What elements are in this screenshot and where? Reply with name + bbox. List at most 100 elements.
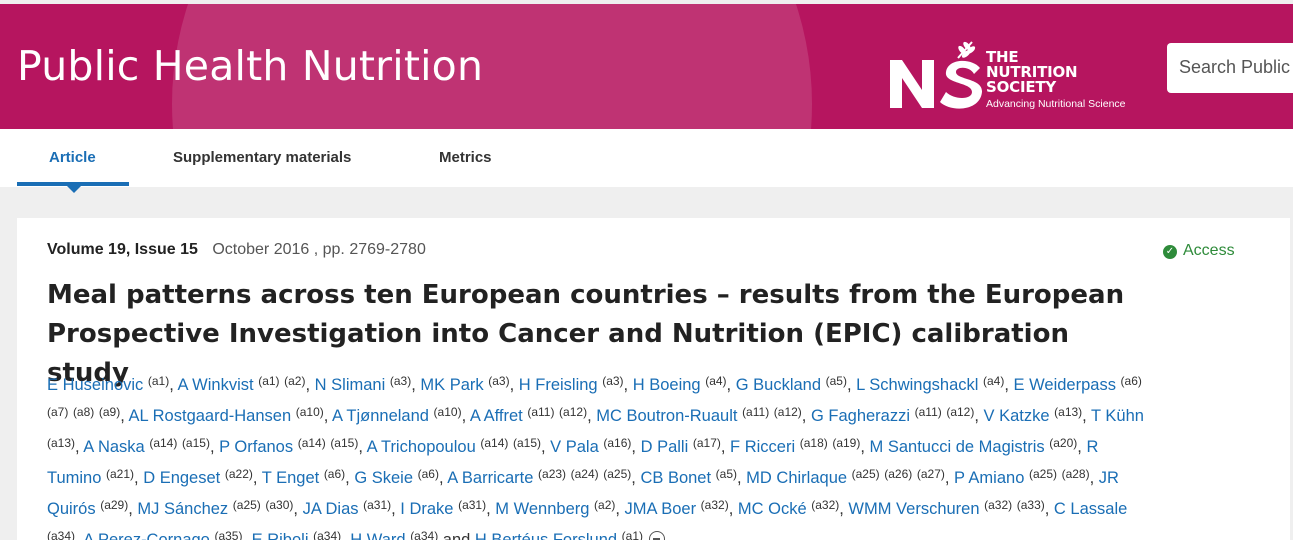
- author-link[interactable]: A Perez-Cornago: [83, 531, 210, 540]
- affiliation-ref[interactable]: (a9): [99, 405, 120, 419]
- affiliation-ref[interactable]: (a34): [410, 529, 438, 540]
- author-link[interactable]: N Slimani: [315, 376, 386, 394]
- author-link[interactable]: A Naska: [83, 438, 144, 456]
- affiliation-ref[interactable]: (a10): [434, 405, 462, 419]
- author-link[interactable]: G Fagherazzi: [811, 407, 910, 425]
- affiliation-ref[interactable]: (a4): [705, 374, 726, 388]
- tab-supplementary-materials[interactable]: Supplementary materials: [173, 149, 351, 166]
- author-link[interactable]: A Barricarte: [447, 469, 533, 487]
- author-link[interactable]: H Freisling: [519, 376, 598, 394]
- affiliation-ref[interactable]: (a11): [915, 405, 942, 419]
- affiliation-ref[interactable]: (a29): [100, 498, 128, 512]
- author-link[interactable]: MD Chirlaque: [746, 469, 847, 487]
- author-link[interactable]: JMA Boer: [625, 500, 697, 518]
- affiliation-ref[interactable]: (a30): [265, 498, 293, 512]
- author-link[interactable]: MC Ocké: [738, 500, 807, 518]
- affiliation-ref[interactable]: (a23): [538, 467, 566, 481]
- affiliation-ref[interactable]: (a15): [513, 436, 541, 450]
- affiliation-ref[interactable]: (a1): [622, 529, 643, 540]
- author-link[interactable]: T Kühn: [1091, 407, 1144, 425]
- affiliation-ref[interactable]: (a33): [1017, 498, 1045, 512]
- author-link[interactable]: V Pala: [550, 438, 599, 456]
- affiliation-ref[interactable]: (a31): [458, 498, 486, 512]
- affiliation-ref[interactable]: (a18): [800, 436, 828, 450]
- minus-circle-icon[interactable]: [649, 531, 665, 540]
- affiliation-ref[interactable]: (a25): [233, 498, 261, 512]
- tab-metrics[interactable]: Metrics: [439, 149, 492, 166]
- affiliation-ref[interactable]: (a6): [324, 467, 345, 481]
- volume-issue-link[interactable]: Volume 19, Issue 15: [47, 241, 198, 258]
- author-link[interactable]: I Drake: [400, 500, 453, 518]
- affiliation-ref[interactable]: (a12): [774, 405, 802, 419]
- author-link[interactable]: MJ Sánchez: [137, 500, 228, 518]
- author-link[interactable]: P Amiano: [954, 469, 1024, 487]
- affiliation-ref[interactable]: (a32): [984, 498, 1012, 512]
- affiliation-ref[interactable]: (a4): [983, 374, 1004, 388]
- author-link[interactable]: T Enget: [262, 469, 319, 487]
- affiliation-ref[interactable]: (a13): [1054, 405, 1082, 419]
- affiliation-ref[interactable]: (a6): [418, 467, 439, 481]
- author-link[interactable]: E Weiderpass: [1014, 376, 1116, 394]
- affiliation-ref[interactable]: (a2): [284, 374, 305, 388]
- affiliation-ref[interactable]: (a1): [258, 374, 279, 388]
- affiliation-ref[interactable]: (a28): [1062, 467, 1090, 481]
- author-link[interactable]: D Palli: [641, 438, 689, 456]
- affiliation-ref[interactable]: (a34): [313, 529, 341, 540]
- affiliation-ref[interactable]: (a20): [1049, 436, 1077, 450]
- author-link[interactable]: WMM Verschuren: [848, 500, 979, 518]
- author-link[interactable]: G Buckland: [736, 376, 821, 394]
- affiliation-ref[interactable]: (a3): [488, 374, 509, 388]
- affiliation-ref[interactable]: (a32): [811, 498, 839, 512]
- affiliation-ref[interactable]: (a31): [363, 498, 391, 512]
- author-link[interactable]: H Ward: [350, 531, 405, 540]
- affiliation-ref[interactable]: (a5): [716, 467, 737, 481]
- affiliation-ref[interactable]: (a26): [884, 467, 912, 481]
- nutrition-society-logo[interactable]: THE NUTRITION SOCIETY Advancing Nutritio…: [888, 28, 1148, 114]
- affiliation-ref[interactable]: (a11): [527, 405, 554, 419]
- author-link[interactable]: AL Rostgaard-Hansen: [128, 407, 291, 425]
- affiliation-ref[interactable]: (a1): [148, 374, 169, 388]
- author-link[interactable]: JA Dias: [303, 500, 359, 518]
- affiliation-ref[interactable]: (a2): [594, 498, 615, 512]
- author-link[interactable]: V Katzke: [984, 407, 1050, 425]
- affiliation-ref[interactable]: (a15): [182, 436, 210, 450]
- affiliation-ref[interactable]: (a15): [330, 436, 358, 450]
- affiliation-ref[interactable]: (a25): [852, 467, 880, 481]
- author-link[interactable]: MC Boutron-Ruault: [596, 407, 737, 425]
- affiliation-ref[interactable]: (a22): [225, 467, 253, 481]
- author-link[interactable]: A Tjønneland: [332, 407, 429, 425]
- tab-article[interactable]: Article: [49, 149, 96, 166]
- affiliation-ref[interactable]: (a12): [559, 405, 587, 419]
- affiliation-ref[interactable]: (a34): [47, 529, 75, 540]
- author-link[interactable]: A Affret: [470, 407, 523, 425]
- author-link[interactable]: M Santucci de Magistris: [870, 438, 1045, 456]
- affiliation-ref[interactable]: (a16): [603, 436, 631, 450]
- author-link[interactable]: L Schwingshackl: [856, 376, 978, 394]
- affiliation-ref[interactable]: (a21): [106, 467, 134, 481]
- affiliation-ref[interactable]: (a10): [296, 405, 324, 419]
- affiliation-ref[interactable]: (a3): [390, 374, 411, 388]
- author-link[interactable]: C Lassale: [1054, 500, 1127, 518]
- affiliation-ref[interactable]: (a19): [832, 436, 860, 450]
- author-link[interactable]: M Wennberg: [495, 500, 589, 518]
- journal-title[interactable]: Public Health Nutrition: [17, 42, 483, 90]
- author-link[interactable]: P Orfanos: [219, 438, 293, 456]
- affiliation-ref[interactable]: (a7): [47, 405, 68, 419]
- affiliation-ref[interactable]: (a24): [571, 467, 599, 481]
- author-link[interactable]: A Trichopoulou: [367, 438, 476, 456]
- author-link[interactable]: H Bertéus Forslund: [475, 531, 617, 540]
- affiliation-ref[interactable]: (a27): [917, 467, 945, 481]
- affiliation-ref[interactable]: (a5): [826, 374, 847, 388]
- author-link[interactable]: G Skeie: [354, 469, 413, 487]
- affiliation-ref[interactable]: (a17): [693, 436, 721, 450]
- affiliation-ref[interactable]: (a12): [946, 405, 974, 419]
- author-link[interactable]: F Ricceri: [730, 438, 795, 456]
- author-link[interactable]: E Huseinovic: [47, 376, 143, 394]
- affiliation-ref[interactable]: (a32): [701, 498, 729, 512]
- affiliation-ref[interactable]: (a6): [1121, 374, 1142, 388]
- affiliation-ref[interactable]: (a11): [742, 405, 769, 419]
- affiliation-ref[interactable]: (a25): [1029, 467, 1057, 481]
- author-link[interactable]: H Boeing: [633, 376, 701, 394]
- affiliation-ref[interactable]: (a14): [149, 436, 177, 450]
- affiliation-ref[interactable]: (a3): [602, 374, 623, 388]
